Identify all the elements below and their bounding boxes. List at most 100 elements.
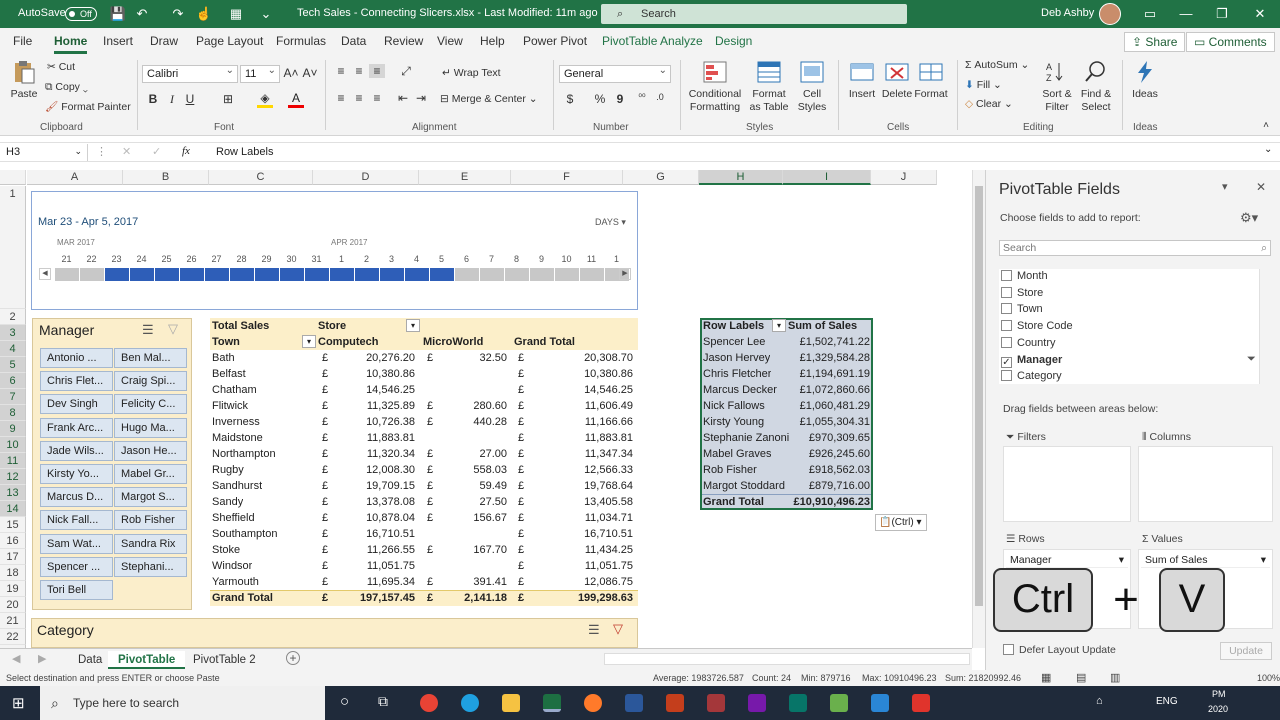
store-filter-dropdown-icon[interactable]: ▾: [406, 319, 420, 332]
paste-button[interactable]: Paste: [8, 60, 40, 101]
checkbox-icon[interactable]: [1001, 320, 1012, 332]
filter-icon[interactable]: ▾: [772, 319, 786, 332]
format-icon[interactable]: ▦: [226, 4, 246, 24]
fx-icon[interactable]: fx: [182, 145, 190, 157]
timeline-day-bar[interactable]: [380, 268, 404, 281]
camtasia-icon[interactable]: [830, 694, 848, 712]
cancel-icon[interactable]: ✕: [122, 145, 131, 158]
increase-font-icon[interactable]: A˄: [283, 66, 299, 80]
row-header-6[interactable]: 6: [0, 373, 26, 389]
field-item-store-code[interactable]: Store Code: [1001, 320, 1073, 332]
align-top-icon[interactable]: ≡: [333, 64, 349, 78]
chrome-icon[interactable]: [420, 694, 438, 712]
tab-insert[interactable]: Insert: [103, 34, 133, 48]
column-header-d[interactable]: D: [313, 170, 419, 185]
find-select-button[interactable]: Find & Select: [1076, 60, 1116, 114]
undo-icon[interactable]: ↶: [132, 4, 152, 24]
taskbar-search[interactable]: ⌕ Type here to search: [40, 686, 325, 720]
autosum-button[interactable]: Σ AutoSum ⌄: [965, 59, 1029, 71]
timeline-scroll-left-icon[interactable]: ◀: [39, 268, 51, 280]
field-item-month[interactable]: Month: [1001, 270, 1048, 282]
tab-design[interactable]: Design: [715, 34, 752, 48]
clock-time[interactable]: PM: [1212, 689, 1226, 699]
timeline-scroll-right-icon[interactable]: ▶: [619, 268, 631, 280]
fill-button[interactable]: ⬇ Fill ⌄: [965, 79, 1002, 91]
tab-draw[interactable]: Draw: [150, 34, 178, 48]
page-layout-view-icon[interactable]: ▤: [1076, 671, 1086, 684]
slicer-item[interactable]: Mabel Gr...: [114, 464, 187, 484]
sheet-tab-pivottable-2[interactable]: PivotTable 2: [183, 651, 266, 669]
vertical-scrollbar[interactable]: [972, 170, 985, 648]
percent-button[interactable]: %: [592, 92, 608, 106]
slicer-item[interactable]: Jade Wils...: [40, 440, 113, 461]
columns-drop-area[interactable]: [1138, 446, 1273, 522]
column-header-h[interactable]: H: [699, 170, 783, 185]
column-header-f[interactable]: F: [511, 170, 623, 185]
save-icon[interactable]: 💾: [108, 4, 128, 24]
slicer-item[interactable]: Kirsty Yo...: [40, 464, 113, 484]
row-header-4[interactable]: 4: [0, 341, 26, 357]
formula-content[interactable]: Row Labels: [216, 146, 273, 158]
row-header-2[interactable]: 2: [0, 309, 26, 325]
cell-styles-button[interactable]: Cell Styles: [794, 60, 830, 114]
file-explorer-icon[interactable]: [502, 694, 520, 712]
field-item-town[interactable]: Town: [1001, 303, 1043, 315]
decrease-indent-icon[interactable]: ⇤: [395, 91, 411, 105]
tab-home[interactable]: Home: [54, 34, 88, 54]
select-all-corner[interactable]: [0, 170, 26, 185]
clear-filter-icon[interactable]: ▽: [613, 621, 623, 637]
close-icon[interactable]: ✕: [1250, 4, 1270, 24]
maximize-icon[interactable]: ❐: [1212, 4, 1232, 24]
checkbox-checked-icon[interactable]: ✓: [1001, 356, 1012, 368]
field-list-scrollbar[interactable]: [1259, 269, 1271, 384]
checkbox-icon[interactable]: [1001, 336, 1012, 348]
conditional-formatting-button[interactable]: Conditional Formatting: [686, 60, 744, 114]
timeline-day-bar[interactable]: [230, 268, 254, 281]
slicer-item[interactable]: Hugo Ma...: [114, 417, 187, 438]
avatar[interactable]: [1099, 3, 1121, 25]
timeline-day-bar[interactable]: [130, 268, 154, 281]
timeline-day-bar[interactable]: [305, 268, 329, 281]
tab-page-layout[interactable]: Page Layout: [196, 34, 263, 48]
task-view-icon[interactable]: ⧉: [378, 693, 388, 710]
slicer-item[interactable]: Frank Arc...: [40, 417, 113, 438]
horizontal-scrollbar[interactable]: [604, 653, 970, 665]
currency-button[interactable]: $: [562, 92, 578, 106]
align-left-icon[interactable]: ≡: [333, 91, 349, 105]
row-header-18[interactable]: 18: [0, 565, 26, 581]
checkbox-icon[interactable]: [1001, 270, 1012, 281]
clear-filter-icon[interactable]: ▽: [168, 321, 178, 337]
enter-icon[interactable]: ✓: [152, 145, 161, 158]
autosave-toggle[interactable]: Off: [65, 7, 97, 21]
page-break-view-icon[interactable]: ▥: [1110, 671, 1120, 684]
powerpoint-icon[interactable]: [666, 694, 684, 712]
edge-icon[interactable]: [461, 694, 479, 712]
font-name-select[interactable]: Calibri: [142, 63, 238, 83]
tab-data[interactable]: Data: [341, 34, 366, 48]
timeline-day-bar[interactable]: [430, 268, 454, 281]
row-header-19[interactable]: 19: [0, 581, 26, 597]
tab-power-pivot[interactable]: Power Pivot: [523, 34, 587, 48]
paste-options-button[interactable]: 📋(Ctrl) ▾: [875, 514, 927, 531]
column-header-e[interactable]: E: [419, 170, 511, 185]
slicer-item[interactable]: Jason He...: [114, 440, 187, 461]
column-header-g[interactable]: G: [623, 170, 699, 185]
rows-field-manager[interactable]: Manager ▾: [1006, 552, 1128, 568]
excel-icon[interactable]: [543, 694, 561, 712]
decrease-decimal-icon[interactable]: .0: [652, 92, 668, 102]
field-item-manager[interactable]: ✓ Manager: [1001, 354, 1062, 368]
update-button[interactable]: Update: [1220, 642, 1272, 660]
slicer-item[interactable]: Margot S...: [114, 487, 187, 508]
row-header-20[interactable]: 20: [0, 597, 26, 613]
sheet-tab-pivottable[interactable]: PivotTable: [108, 651, 186, 669]
merge-center-button[interactable]: ⊟ Merge & Center ⌄: [440, 93, 538, 105]
timeline-slicer[interactable]: Mar 23 - Apr 5, 2017 DAYS ▾ MAR 2017 APR…: [31, 191, 638, 310]
windows-start-icon[interactable]: ⊞: [12, 694, 25, 712]
close-icon[interactable]: ✕: [1256, 180, 1266, 194]
row-header-12[interactable]: 12: [0, 469, 26, 485]
timeline-unit-select[interactable]: DAYS ▾: [595, 217, 626, 228]
row-header-11[interactable]: 11: [0, 453, 26, 469]
timeline-day-bar[interactable]: [555, 268, 579, 281]
fill-color-icon[interactable]: ◈: [257, 91, 273, 108]
slicer-item[interactable]: Sandra Rix: [114, 533, 187, 554]
